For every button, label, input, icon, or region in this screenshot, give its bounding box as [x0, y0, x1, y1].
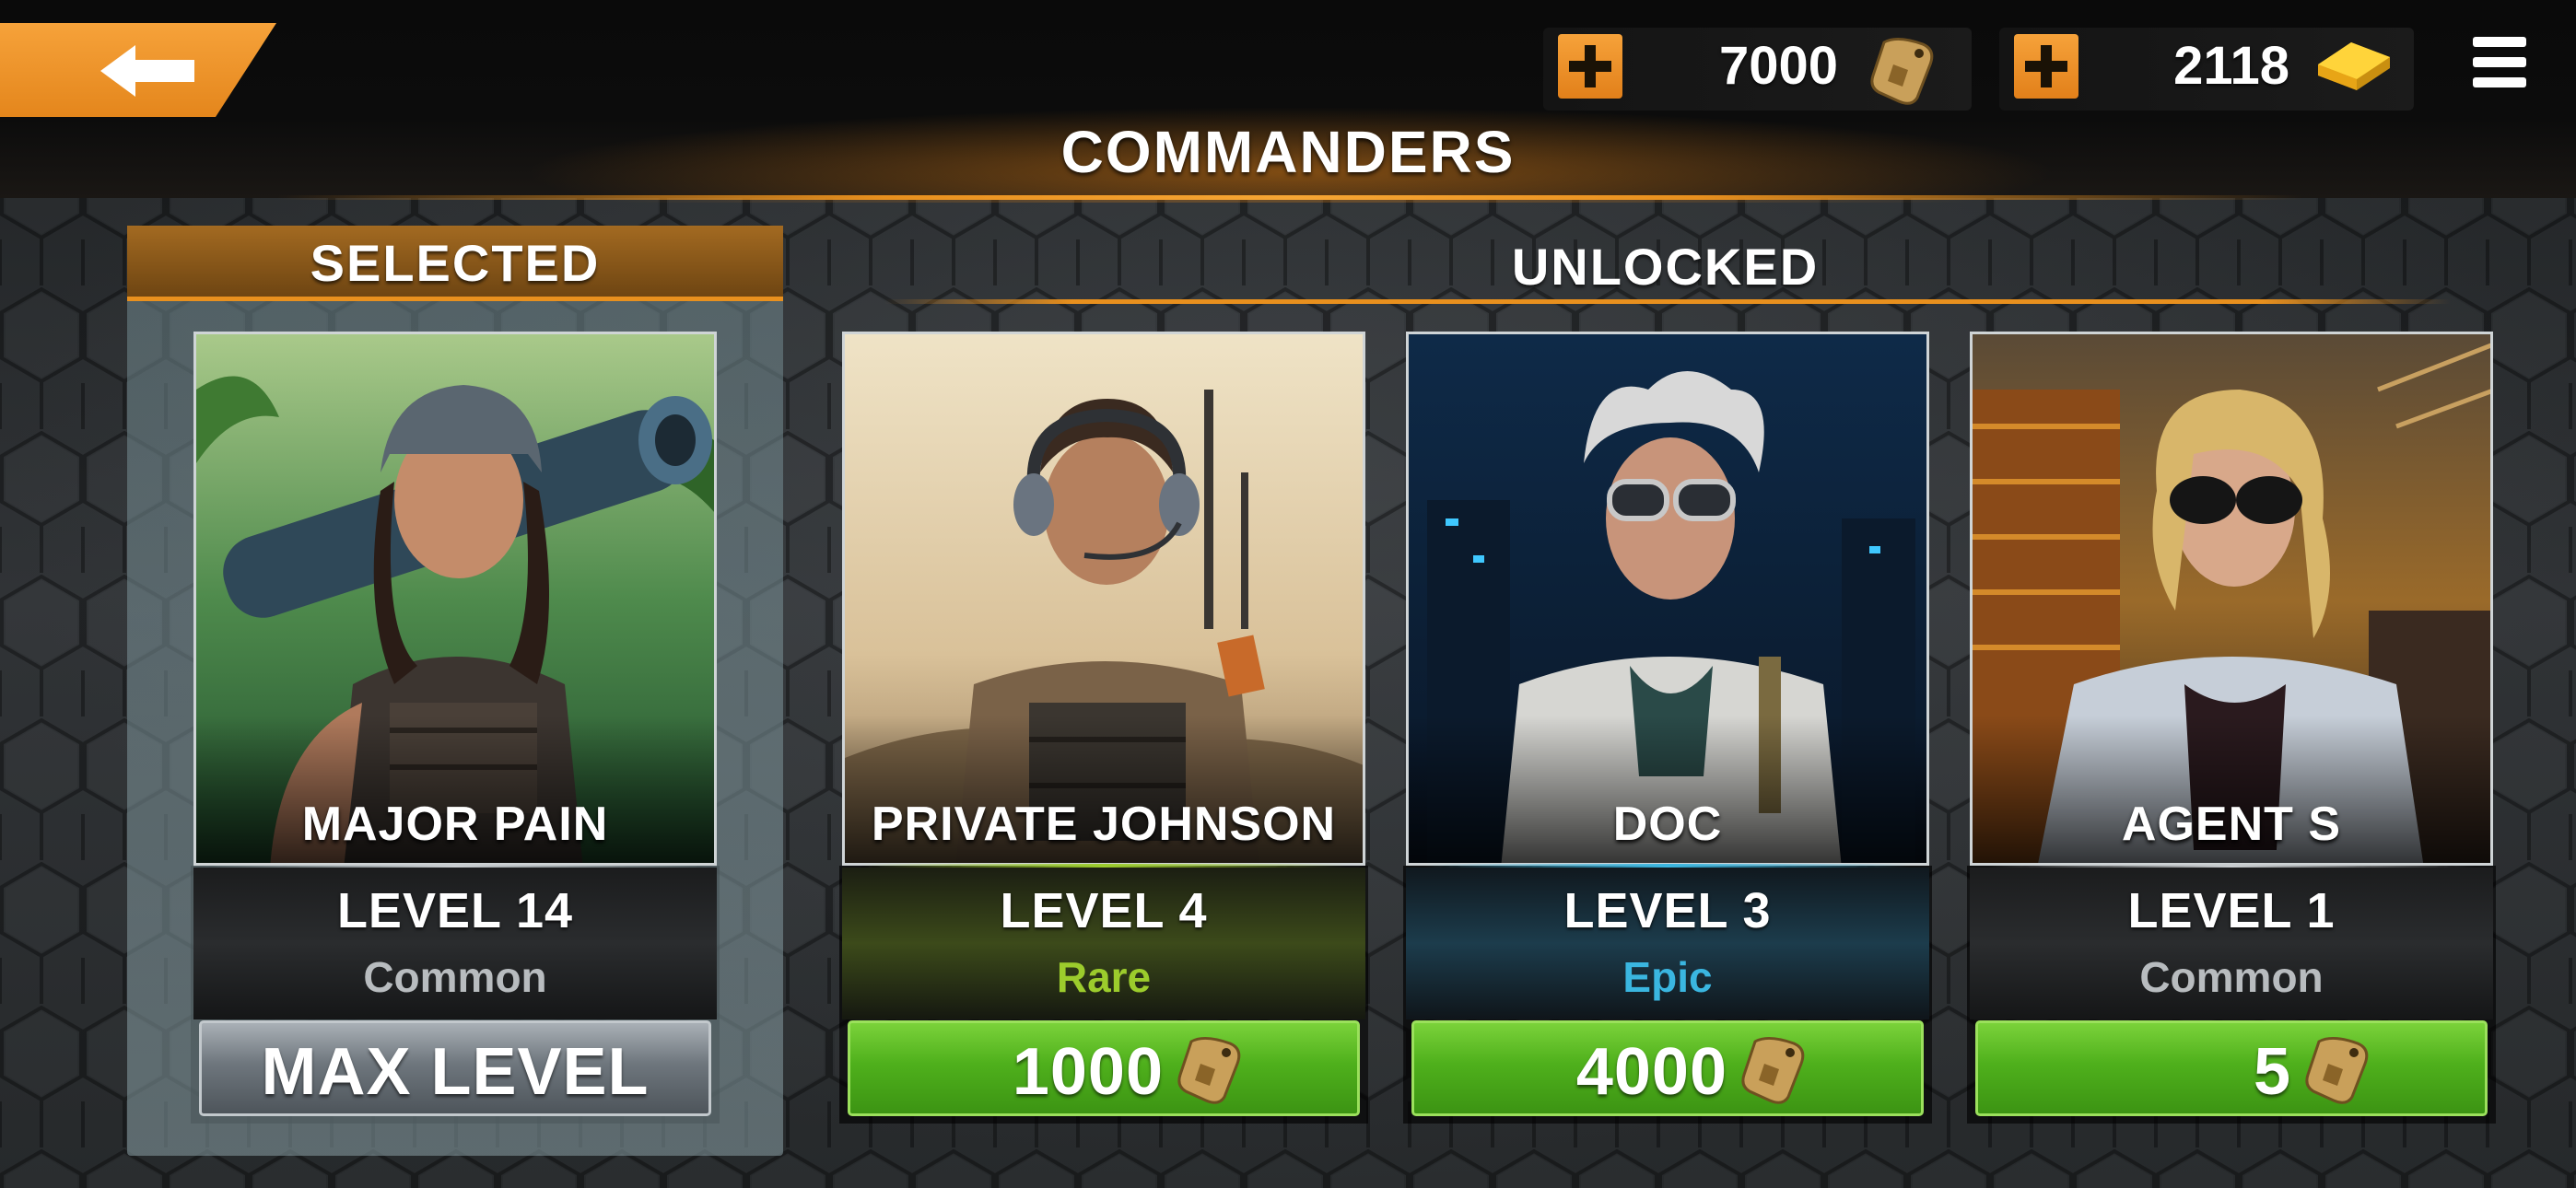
commander-level: LEVEL 3 — [1563, 883, 1772, 938]
commander-portrait — [1970, 332, 2493, 866]
max-level-button[interactable]: MAX LEVEL — [199, 1020, 711, 1116]
commander-portrait — [842, 332, 1365, 866]
commander-card-agent-s[interactable]: AGENT S LEVEL 1 Common 5 — [1967, 332, 2496, 1124]
commander-level: LEVEL 4 — [1000, 883, 1208, 938]
plus-icon[interactable] — [2014, 34, 2078, 99]
commander-name: MAJOR PAIN — [301, 798, 609, 851]
commander-portrait — [193, 332, 717, 866]
upgrade-cost: 4000 — [1575, 1035, 1727, 1109]
commander-rarity: Common — [2139, 953, 2324, 1001]
selected-header: SELECTED — [127, 226, 783, 301]
dog-tag-icon — [1177, 1037, 1241, 1104]
commander-card-major-pain[interactable]: MAJOR PAIN LEVEL 14 Common MAX LEVEL — [191, 332, 720, 1124]
commander-card-doc[interactable]: DOC LEVEL 3 Epic 4000 — [1403, 332, 1932, 1124]
arrow-left-icon — [100, 45, 194, 97]
upgrade-cost: 5 — [2253, 1035, 2291, 1109]
gold-counter: 2118 — [1999, 28, 2414, 111]
dog-tag-icon — [1741, 1037, 1805, 1104]
commander-rarity: Rare — [1056, 953, 1152, 1001]
gold-amount: 2118 — [2173, 36, 2289, 96]
commander-level: LEVEL 1 — [2127, 883, 2336, 938]
commander-card-private-johnson[interactable]: PRIVATE JOHNSON LEVEL 4 Rare 1000 — [839, 332, 1368, 1124]
gold-bar-icon — [2318, 42, 2390, 90]
commander-level: LEVEL 14 — [336, 883, 574, 938]
upgrade-button[interactable]: 5 — [1975, 1020, 2488, 1116]
dog-tags-amount: 7000 — [1718, 36, 1838, 96]
commander-name: PRIVATE JOHNSON — [871, 798, 1337, 851]
max-level-label: MAX LEVEL — [261, 1035, 650, 1109]
page-title: COMMANDERS — [1060, 119, 1516, 185]
unlocked-divider — [884, 299, 2451, 304]
title-divider — [276, 195, 2303, 200]
unlocked-header: UNLOCKED — [1511, 238, 1820, 296]
commander-portrait — [1406, 332, 1929, 866]
dog-tag-icon — [1870, 38, 1934, 105]
upgrade-cost: 1000 — [1012, 1035, 1164, 1109]
upgrade-button[interactable]: 1000 — [848, 1020, 1360, 1116]
dog-tags-counter: 7000 — [1543, 28, 1972, 111]
commander-name: AGENT S — [2121, 798, 2342, 851]
commander-rarity: Common — [363, 953, 547, 1001]
commander-name: DOC — [1612, 798, 1723, 851]
plus-icon[interactable] — [1558, 34, 1622, 99]
upgrade-button[interactable]: 4000 — [1411, 1020, 1924, 1116]
hamburger-menu-icon[interactable] — [2469, 33, 2534, 90]
dog-tag-icon — [2305, 1037, 2369, 1104]
commander-rarity: Epic — [1622, 953, 1713, 1001]
